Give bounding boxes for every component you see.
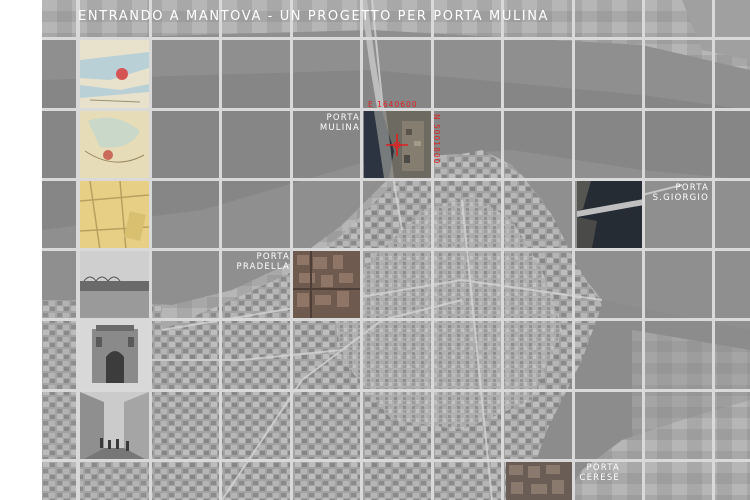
historic-photo-street xyxy=(80,392,149,461)
crosshair-icon xyxy=(386,134,408,156)
label-porta-pradella: PORTA PRADELLA xyxy=(236,252,290,272)
grid-line-horizontal xyxy=(42,318,750,321)
porta-cerese-tile xyxy=(506,462,573,500)
historic-photo-bridge xyxy=(80,251,149,320)
grid-line-horizontal xyxy=(42,459,750,462)
map-board: ENTRANDO A MANTOVA - UN PROGETTO PER POR… xyxy=(0,0,750,500)
porta-san-giorgio-tile xyxy=(577,181,644,248)
label-porta-san-giorgio: PORTA S.GIORGIO xyxy=(652,183,709,203)
historic-photo-image xyxy=(80,321,149,390)
historic-map-thumbnail-2 xyxy=(80,111,149,180)
northing-coordinate: N 5001800 xyxy=(432,114,441,165)
label-porta-cerese: PORTA CERESE xyxy=(579,463,620,483)
historic-map-thumbnail-3 xyxy=(80,181,149,250)
label-porta-mulina: PORTA MULINA xyxy=(319,113,360,133)
porta-san-giorgio-photo xyxy=(577,181,644,248)
historic-map-image xyxy=(80,181,149,250)
porta-pradella-photo xyxy=(293,251,360,318)
grid-line-horizontal xyxy=(42,37,750,40)
porta-cerese-photo xyxy=(506,462,573,500)
grid-line-horizontal xyxy=(42,178,750,181)
historic-photo-image xyxy=(80,251,149,320)
historic-map-thumbnail-1 xyxy=(80,40,149,109)
historic-photo-gate xyxy=(80,321,149,390)
grid-line-horizontal xyxy=(42,389,750,392)
easting-coordinate: E 1640600 xyxy=(368,100,418,109)
porta-pradella-tile xyxy=(293,251,360,318)
historic-map-image xyxy=(80,40,149,109)
page-title: ENTRANDO A MANTOVA - UN PROGETTO PER POR… xyxy=(78,9,550,24)
grid-line-horizontal xyxy=(42,248,750,251)
historic-map-image xyxy=(80,111,149,180)
historic-photo-image xyxy=(80,392,149,461)
